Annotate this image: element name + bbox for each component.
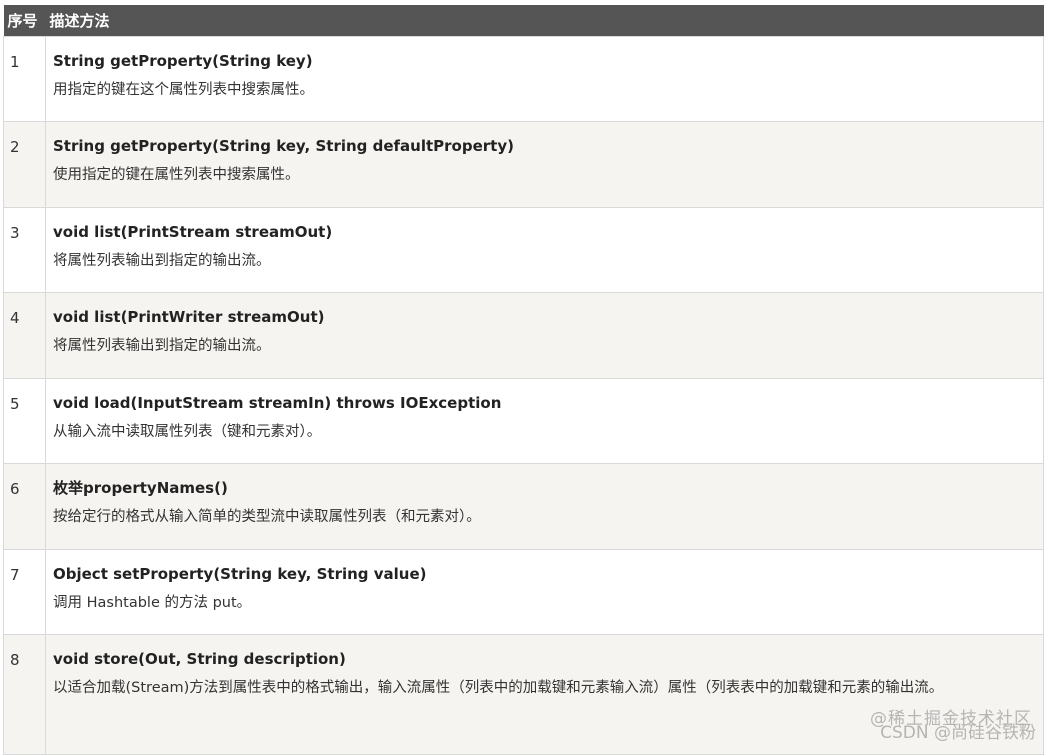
table-row: 7 Object setProperty(String key, String …	[3, 549, 1044, 635]
method-signature: void load(InputStream streamIn) throws I…	[53, 394, 502, 412]
row-description: 枚举propertyNames() 按给定行的格式从输入简单的类型流中读取属性列…	[45, 463, 1044, 550]
method-signature: String getProperty(String key)	[53, 52, 313, 70]
row-number: 4	[3, 292, 46, 379]
row-number: 6	[3, 463, 46, 550]
method-description: 按给定行的格式从输入简单的类型流中读取属性列表（和元素对）。	[53, 509, 481, 525]
method-description: 将属性列表输出到指定的输出流。	[53, 253, 271, 269]
method-signature: String getProperty(String key, String de…	[53, 137, 514, 155]
table-row: 3 void list(PrintStream streamOut) 将属性列表…	[3, 207, 1044, 293]
row-description: void load(InputStream streamIn) throws I…	[45, 378, 1044, 464]
method-signature: Object setProperty(String key, String va…	[53, 565, 427, 583]
method-description: 从输入流中读取属性列表（键和元素对）。	[53, 424, 322, 440]
table-header-row: 序号 描述方法	[3, 5, 1044, 37]
row-number: 8	[3, 634, 46, 755]
row-description: void list(PrintStream streamOut) 将属性列表输出…	[45, 207, 1044, 293]
method-signature: void store(Out, String description)	[53, 650, 346, 668]
method-description: 以适合加载(Stream)方法到属性表中的格式输出，输入流属性（列表中的加载键和…	[53, 680, 944, 696]
table-row: 6 枚举propertyNames() 按给定行的格式从输入简单的类型流中读取属…	[3, 463, 1044, 550]
row-number: 1	[3, 36, 46, 122]
row-description: void list(PrintWriter streamOut) 将属性列表输出…	[45, 292, 1044, 379]
table-row: 1 String getProperty(String key) 用指定的键在这…	[3, 36, 1044, 122]
header-num: 序号	[3, 5, 46, 37]
row-number: 7	[3, 549, 46, 635]
row-number: 3	[3, 207, 46, 293]
table-row: 5 void load(InputStream streamIn) throws…	[3, 378, 1044, 464]
method-description: 用指定的键在这个属性列表中搜索属性。	[53, 82, 314, 98]
method-signature: void list(PrintWriter streamOut)	[53, 308, 325, 326]
method-description: 调用 Hashtable 的方法 put。	[53, 595, 252, 611]
method-description: 使用指定的键在属性列表中搜索属性。	[53, 167, 300, 183]
row-description: String getProperty(String key) 用指定的键在这个属…	[45, 36, 1044, 122]
row-description: String getProperty(String key, String de…	[45, 121, 1044, 208]
table-row: 4 void list(PrintWriter streamOut) 将属性列表…	[3, 292, 1044, 379]
table-row: 2 String getProperty(String key, String …	[3, 121, 1044, 208]
method-signature: 枚举propertyNames()	[53, 479, 228, 497]
properties-methods-table: 序号 描述方法 1 String getProperty(String key)…	[3, 5, 1044, 755]
row-description: Object setProperty(String key, String va…	[45, 549, 1044, 635]
method-signature: void list(PrintStream streamOut)	[53, 223, 333, 241]
row-number: 5	[3, 378, 46, 464]
header-desc: 描述方法	[45, 5, 1044, 37]
method-description: 将属性列表输出到指定的输出流。	[53, 338, 271, 354]
row-number: 2	[3, 121, 46, 208]
watermark-csdn: CSDN @尚硅谷铁粉	[880, 723, 1036, 743]
properties-methods-table-wrapper: 序号 描述方法 1 String getProperty(String key)…	[3, 5, 1044, 755]
